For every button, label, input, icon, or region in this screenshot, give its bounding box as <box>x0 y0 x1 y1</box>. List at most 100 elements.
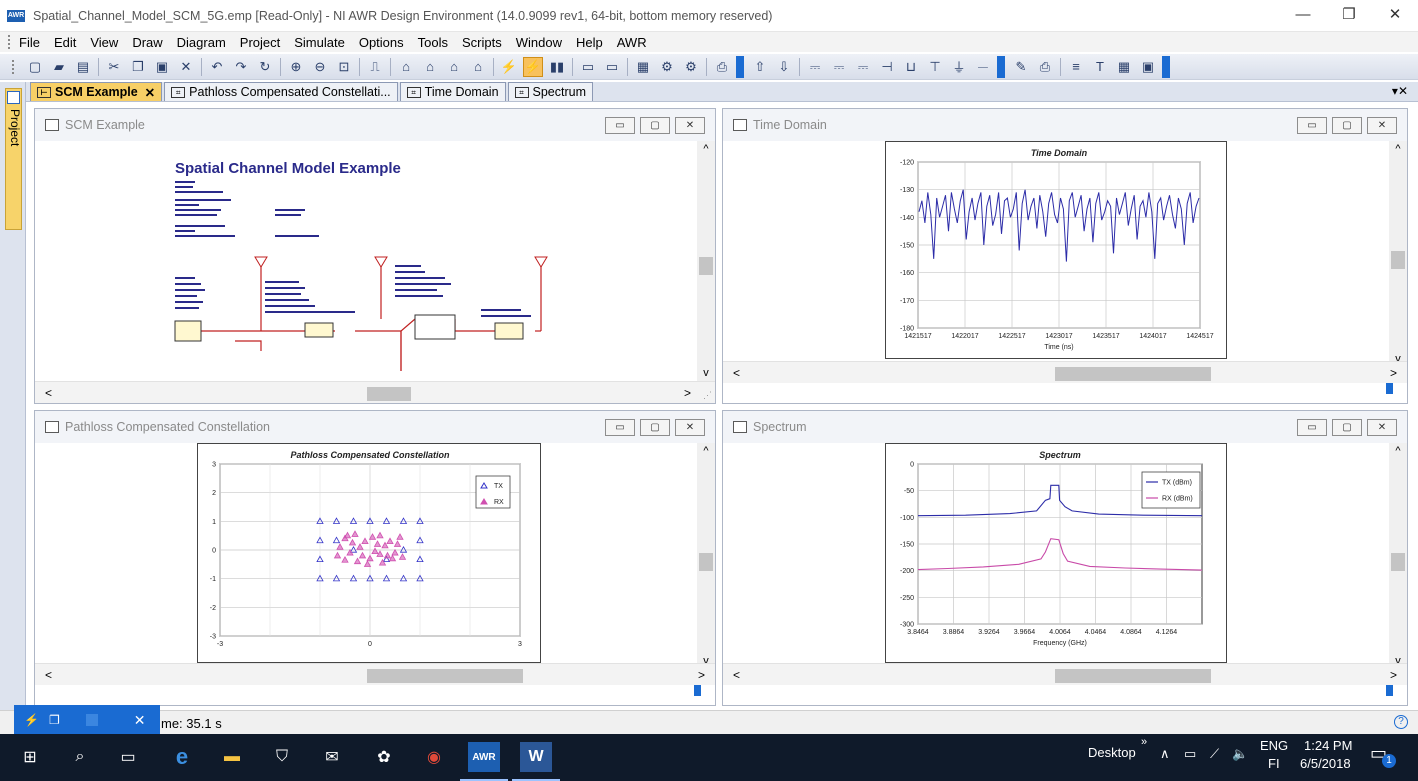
stop-icon[interactable]: ▮▮ <box>547 57 567 77</box>
cut-icon[interactable]: ✂ <box>104 57 124 77</box>
scroll-right-icon[interactable]: > <box>698 668 705 682</box>
mail-icon[interactable]: ✉ <box>316 742 348 772</box>
open-icon[interactable]: ▰ <box>49 57 69 77</box>
word-icon[interactable]: W <box>520 742 552 772</box>
battery-icon[interactable]: ▭ <box>1184 746 1196 762</box>
chrome-icon[interactable]: ◉ <box>418 742 450 772</box>
scroll-thumb[interactable] <box>1055 669 1211 683</box>
slider-knob[interactable] <box>1386 685 1393 696</box>
search-icon[interactable]: ⌕ <box>64 742 96 772</box>
test-point-icon[interactable]: ⊤ <box>925 57 945 77</box>
desktop-toolbar-label[interactable]: Desktop <box>1088 745 1136 760</box>
pane-maximize-button[interactable]: ▢ <box>640 117 670 134</box>
tuner-icon[interactable]: ⚙ <box>657 57 677 77</box>
horizontal-scrollbar[interactable]: < > <box>723 361 1407 383</box>
tab-pathloss-constellation[interactable]: ⌗ Pathloss Compensated Constellati... <box>164 82 398 101</box>
volume-icon[interactable]: 🔈 <box>1232 746 1248 762</box>
tune-icon[interactable]: ⚡ <box>523 56 543 77</box>
menu-awr[interactable]: AWR <box>617 35 647 50</box>
toolbar-chevron-icon[interactable]: » <box>1141 736 1147 748</box>
copy-icon[interactable]: ❐ <box>128 57 148 77</box>
slider-knob[interactable] <box>1386 383 1393 394</box>
source-icon[interactable]: ⎓ <box>853 57 873 77</box>
notify-close-icon[interactable]: ✕ <box>134 712 146 729</box>
horizontal-scrollbar[interactable]: < > <box>723 663 1407 685</box>
menu-scripts[interactable]: Scripts <box>462 35 502 50</box>
pane-minimize-button[interactable]: ▭ <box>605 117 635 134</box>
printer-icon[interactable]: ⎙ <box>1035 57 1055 77</box>
equation-xy-icon[interactable]: ≡ <box>1066 57 1086 77</box>
clock-time[interactable]: 1:24 PM <box>1304 738 1352 753</box>
vertical-scrollbar[interactable]: ^ v <box>1389 443 1407 669</box>
scroll-thumb[interactable] <box>699 553 713 571</box>
task-view-icon[interactable]: ▭ <box>112 742 144 772</box>
help-icon[interactable]: ? <box>1394 715 1408 729</box>
pane-close-button[interactable]: ✕ <box>675 419 705 436</box>
add-graph-icon[interactable]: ⌂ <box>420 57 440 77</box>
minimize-button[interactable]: — <box>1280 0 1326 32</box>
language-label[interactable]: ENG <box>1260 738 1288 753</box>
port-icon[interactable]: ⊣ <box>877 57 897 77</box>
time-domain-graph[interactable]: Time Domain 1421517 1422017 1422517 1423017 1… <box>885 141 1227 359</box>
scroll-thumb[interactable] <box>367 669 523 683</box>
scroll-thumb[interactable] <box>699 257 713 275</box>
schematic-canvas[interactable]: Spatial Channel Model Example <box>35 141 697 381</box>
tab-time-domain[interactable]: ⌗ Time Domain <box>399 82 506 101</box>
toolbar-overflow-button-2[interactable] <box>997 55 1005 78</box>
pane-maximize-button[interactable]: ▢ <box>1332 419 1362 436</box>
scroll-right-icon[interactable]: > <box>1390 366 1397 380</box>
pane-minimize-button[interactable]: ▭ <box>1297 419 1327 436</box>
menu-edit[interactable]: Edit <box>54 35 76 50</box>
delete-icon[interactable]: ✕ <box>176 57 196 77</box>
graph-icon[interactable]: ▦ <box>1114 57 1134 77</box>
subcircuit-icon[interactable]: ⊔ <box>901 57 921 77</box>
text-tool-icon[interactable]: T <box>1090 57 1110 77</box>
menu-view[interactable]: View <box>90 35 118 50</box>
pane-minimize-button[interactable]: ▭ <box>605 419 635 436</box>
element-icon[interactable]: ⎓ <box>805 57 825 77</box>
region-label[interactable]: FI <box>1268 756 1280 771</box>
windows-start-icon[interactable]: ⊞ <box>14 742 46 772</box>
view-all-icon[interactable]: ⊡ <box>334 57 354 77</box>
scroll-thumb[interactable] <box>1055 367 1211 381</box>
equation-icon[interactable]: ▭ <box>602 57 622 77</box>
save-icon[interactable]: ▤ <box>73 57 93 77</box>
binary-icon[interactable]: ▦ <box>633 57 653 77</box>
scroll-up-icon[interactable]: ^ <box>697 143 715 155</box>
wire-icon[interactable]: ⏤ <box>973 57 993 77</box>
pane-close-button[interactable]: ✕ <box>1367 419 1397 436</box>
scroll-up-icon[interactable]: ^ <box>1389 445 1407 457</box>
add-system-diagram-icon[interactable]: ⌂ <box>396 57 416 77</box>
add-measurement-icon[interactable]: ⌂ <box>444 57 464 77</box>
paint-icon[interactable]: ✿ <box>368 742 400 772</box>
block-demod[interactable] <box>494 322 524 340</box>
ground-icon[interactable]: ⏚ <box>949 57 969 77</box>
pane-minimize-button[interactable]: ▭ <box>1297 117 1327 134</box>
store-icon[interactable]: ⛉ <box>266 742 298 772</box>
layout-icon[interactable]: ▣ <box>1138 57 1158 77</box>
toolbar-overflow-button[interactable] <box>736 55 744 78</box>
redo-icon[interactable]: ↷ <box>231 57 251 77</box>
menu-tools[interactable]: Tools <box>418 35 448 50</box>
notification-popup[interactable]: ⚡ ❐ ✕ <box>14 705 160 735</box>
simulate-icon[interactable]: ⚡ <box>499 57 519 77</box>
constellation-graph[interactable]: Pathloss Compensated Constellation -3 0 3 3 2… <box>197 443 541 663</box>
pane-close-button[interactable]: ✕ <box>1367 117 1397 134</box>
vertical-scrollbar[interactable]: ^ v <box>697 443 715 669</box>
add-layout-icon[interactable]: ⌂ <box>468 57 488 77</box>
restore-button[interactable]: ❐ <box>1326 0 1372 32</box>
network-icon[interactable]: ⟋ <box>1210 746 1219 762</box>
close-button[interactable]: ✕ <box>1372 0 1418 32</box>
block-mimo[interactable] <box>414 314 456 340</box>
tabs-menu-icon[interactable]: ▾✕ <box>1392 84 1408 98</box>
scroll-thumb[interactable] <box>1391 553 1405 571</box>
pane-maximize-button[interactable]: ▢ <box>640 419 670 436</box>
block-source[interactable] <box>174 320 202 342</box>
pane-maximize-button[interactable]: ▢ <box>1332 117 1362 134</box>
slider-knob[interactable] <box>694 685 701 696</box>
menu-project[interactable]: Project <box>240 35 280 50</box>
new-icon[interactable]: ▢ <box>25 57 45 77</box>
block-channel[interactable] <box>304 322 334 338</box>
tab-spectrum[interactable]: ⌗ Spectrum <box>507 82 594 101</box>
scroll-right-icon[interactable]: > <box>1390 668 1397 682</box>
